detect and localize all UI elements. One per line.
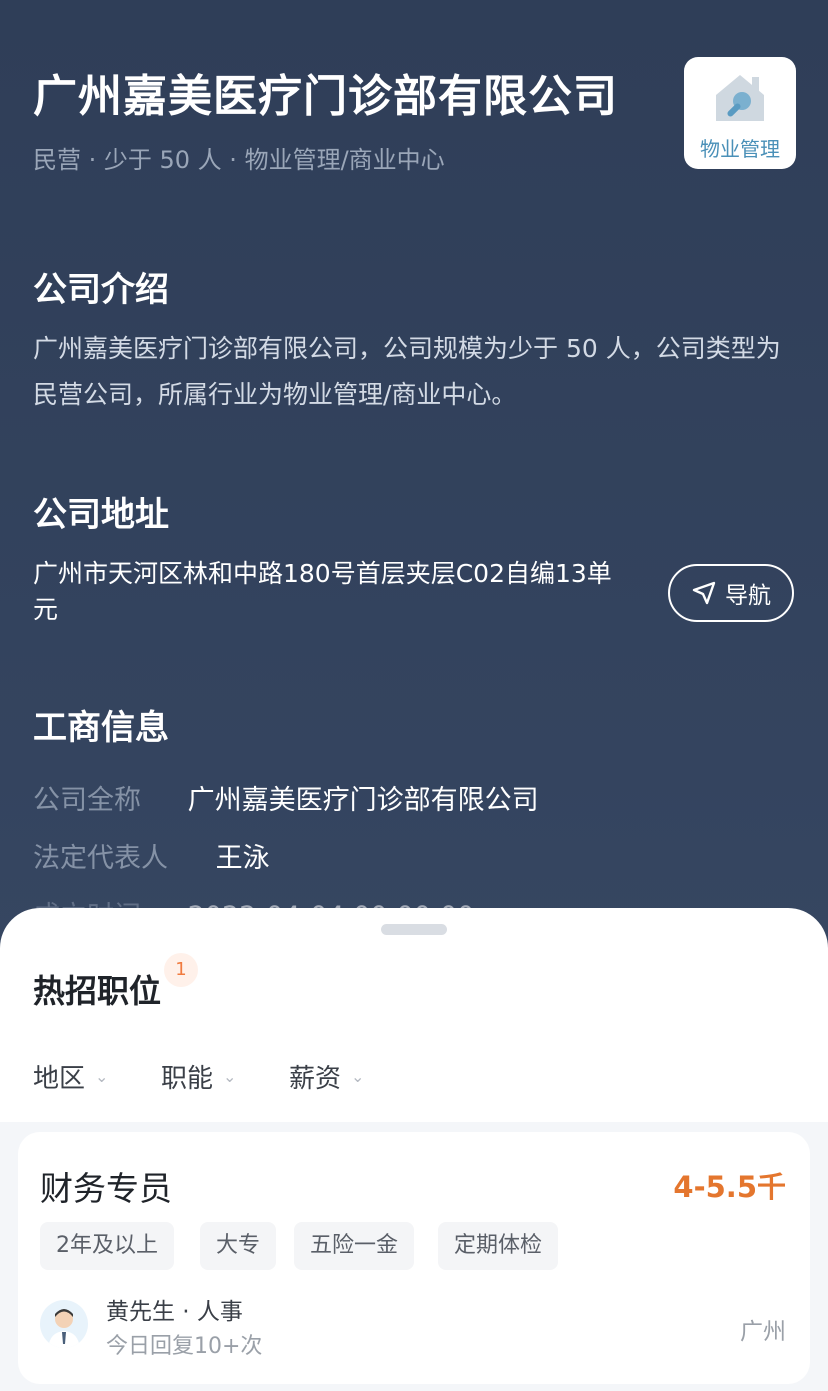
filter-label: 地区 xyxy=(33,1064,86,1094)
job-count-badge: 1 xyxy=(164,953,198,987)
info-row-legal-rep: 法定代表人 王泳 xyxy=(33,836,270,875)
business-info-title: 工商信息 xyxy=(33,708,169,748)
logo-label: 物业管理 xyxy=(700,137,780,161)
address-text: 广州市天河区林和中路180号首层夹层C02自编13单元 xyxy=(33,559,612,624)
recruiter-name: 黄先生 · 人事 xyxy=(106,1299,243,1325)
job-tag: 大专 xyxy=(200,1222,277,1270)
address-title: 公司地址 xyxy=(33,495,169,535)
sheet-drag-handle[interactable] xyxy=(381,924,447,935)
jobs-bottom-sheet[interactable]: 热招职位 1 地区 ⌄ 职能 ⌄ 薪资 ⌄ 财务专员 4-5.5千 2年及以上 … xyxy=(0,908,828,1391)
job-city: 广州 xyxy=(740,1319,786,1345)
job-tag: 五险一金 xyxy=(294,1222,415,1270)
navigation-arrow-icon xyxy=(692,581,716,605)
filter-label: 薪资 xyxy=(289,1064,342,1094)
jobs-title: 热招职位 xyxy=(33,972,162,1010)
filter-function[interactable]: 职能 ⌄ xyxy=(161,1058,236,1095)
company-logo: 物业管理 xyxy=(684,57,796,169)
job-title: 财务专员 xyxy=(40,1169,172,1208)
house-wrench-icon xyxy=(716,75,764,121)
info-key: 法定代表人 xyxy=(33,843,168,874)
info-value: 王泳 xyxy=(215,843,270,874)
intro-text: 广州嘉美医疗门诊部有限公司，公司规模为少于 50 人，公司类型为民营公司，所属行… xyxy=(33,334,781,409)
recruiter-avatar xyxy=(40,1300,88,1348)
job-tag: 定期体检 xyxy=(438,1222,559,1270)
job-tag: 2年及以上 xyxy=(40,1222,174,1270)
navigate-button[interactable]: 导航 xyxy=(668,564,794,622)
info-row-full-name: 公司全称 广州嘉美医疗门诊部有限公司 xyxy=(33,778,539,817)
info-value: 广州嘉美医疗门诊部有限公司 xyxy=(187,785,539,816)
chevron-down-icon: ⌄ xyxy=(223,1067,237,1086)
chevron-down-icon: ⌄ xyxy=(95,1067,109,1086)
navigate-label: 导航 xyxy=(725,583,771,609)
filter-label: 职能 xyxy=(161,1064,214,1094)
job-card[interactable]: 财务专员 4-5.5千 2年及以上 大专 五险一金 定期体检 黄先生 · 人事 … xyxy=(18,1132,810,1384)
job-salary: 4-5.5千 xyxy=(673,1170,786,1204)
recruiter-reply-status: 今日回复10+次 xyxy=(106,1334,263,1359)
company-meta: 民营 · 少于 50 人 · 物业管理/商业中心 xyxy=(33,146,445,174)
intro-title: 公司介绍 xyxy=(33,270,169,310)
filter-region[interactable]: 地区 ⌄ xyxy=(33,1058,108,1095)
filter-salary[interactable]: 薪资 ⌄ xyxy=(289,1058,364,1095)
info-key: 公司全称 xyxy=(33,785,141,816)
chevron-down-icon: ⌄ xyxy=(351,1067,365,1086)
company-name: 广州嘉美医疗门诊部有限公司 xyxy=(33,71,618,122)
